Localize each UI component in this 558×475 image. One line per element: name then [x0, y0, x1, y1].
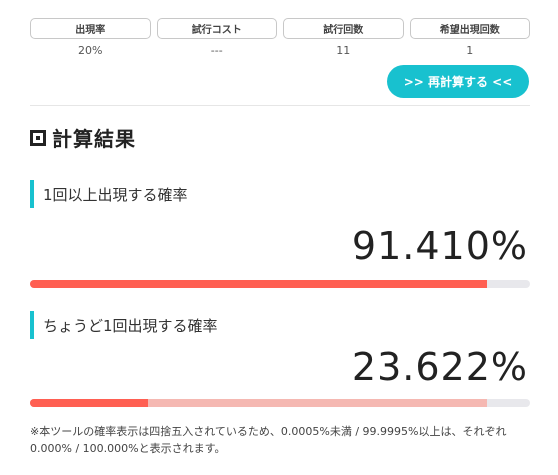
recalculate-button[interactable]: >> 再計算する << [387, 65, 529, 98]
section-title-text: 計算結果 [52, 127, 136, 151]
param-label: 希望出現回数 [409, 18, 530, 39]
param-label: 試行回数 [283, 18, 404, 39]
param-value: 1 [466, 44, 474, 57]
rounding-note: ※本ツールの確率表示は四捨五入されているため、0.0005%未満 / 99.99… [30, 425, 507, 455]
probability-bar-fill [30, 280, 488, 288]
result-value-at-least-once: 91.410% [351, 224, 528, 268]
param-value: 20% [78, 44, 103, 57]
param-desired-count: 希望出現回数 1 [409, 18, 530, 57]
param-label: 試行コスト [156, 18, 277, 39]
result-value-exactly-once: 23.622% [351, 345, 528, 389]
divider [30, 105, 530, 106]
result-heading-exactly-once: ちょうど1回出現する確率 [30, 311, 218, 339]
param-appearance-rate: 出現率 20% [30, 18, 151, 57]
param-trial-cost: 試行コスト --- [156, 18, 277, 57]
param-label: 出現率 [30, 18, 151, 39]
param-value: 11 [336, 44, 351, 57]
probability-bar-fill [30, 399, 149, 407]
result-heading-at-least-once: 1回以上出現する確率 [30, 180, 188, 208]
parameter-summary: 出現率 20% 試行コスト --- 試行回数 11 希望出現回数 1 [30, 18, 530, 57]
probability-bar-at-least-once [30, 280, 530, 288]
param-trial-count: 試行回数 11 [283, 18, 404, 57]
probability-bar-exactly-once [30, 399, 530, 407]
param-value: --- [210, 44, 223, 57]
section-title: 計算結果 [30, 123, 136, 152]
square-icon [30, 129, 46, 146]
